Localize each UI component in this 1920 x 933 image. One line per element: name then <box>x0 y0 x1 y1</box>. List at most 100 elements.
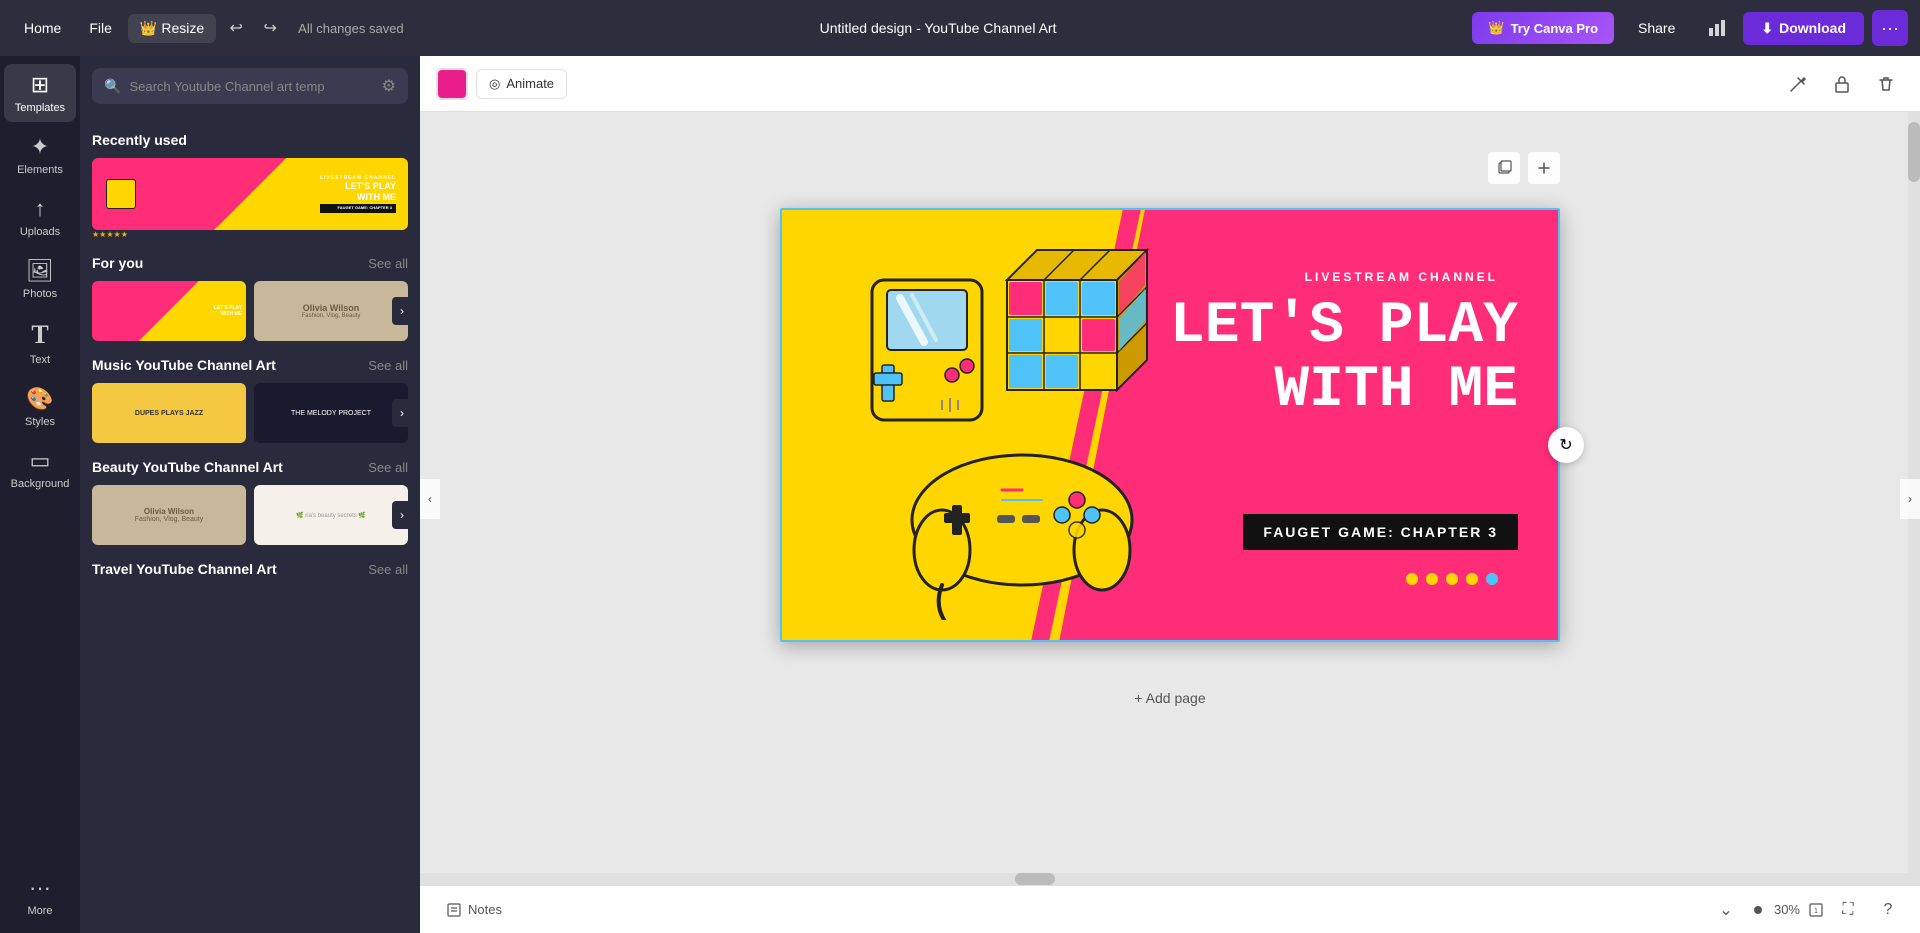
saved-status: All changes saved <box>298 21 404 36</box>
dot-1 <box>1406 573 1418 585</box>
canvas-livestream-label: LIVESTREAM CHANNEL <box>1305 270 1498 284</box>
more-options-button[interactable]: ··· <box>1872 10 1908 46</box>
lock-icon <box>1833 75 1851 93</box>
fullscreen-button[interactable]: ⛶ <box>1832 894 1864 926</box>
top-bar: Home File 👑 Resize ↩ ↪ All changes saved… <box>0 0 1920 56</box>
file-button[interactable]: File <box>77 14 124 42</box>
lock-button[interactable] <box>1824 66 1860 102</box>
share-button[interactable]: Share <box>1622 12 1691 44</box>
sidebar-item-templates[interactable]: ⊞ Templates <box>4 64 76 122</box>
music-section: DUPES PLAYS JAZZ THE MELODY PROJECT › <box>92 383 408 443</box>
for-you-see-all[interactable]: See all <box>368 256 408 271</box>
recently-used-section: LIVESTREAM CHANNEL LET'S PLAY WITH ME FA… <box>92 158 408 239</box>
scrollbar-thumb[interactable] <box>1908 122 1920 182</box>
page-indicator: 1 <box>1808 902 1824 918</box>
add-page-top-button[interactable] <box>1528 152 1560 184</box>
for-you-section: LET'S PLAYWITH ME Olivia Wilson Fashion,… <box>92 281 408 341</box>
filter-button[interactable]: ⚙ <box>382 76 396 96</box>
notes-button[interactable]: Notes <box>436 896 512 924</box>
left-sidebar: ⊞ Templates ✦ Elements ↑ Uploads 🖼 Photo… <box>0 56 80 933</box>
dot-5 <box>1486 573 1498 585</box>
sidebar-item-text[interactable]: T Text <box>4 312 76 374</box>
sidebar-item-uploads[interactable]: ↑ Uploads <box>4 188 76 246</box>
uploads-icon: ↑ <box>35 196 46 222</box>
template-beauty1[interactable]: Olivia Wilson Fashion, Vlog, Beauty <box>92 485 246 545</box>
analytics-icon <box>1707 18 1727 38</box>
sidebar-label-text: Text <box>30 354 50 366</box>
design-title: Untitled design - YouTube Channel Art <box>820 20 1057 36</box>
travel-see-all[interactable]: See all <box>368 562 408 577</box>
zoom-level: 30% <box>1774 902 1800 917</box>
beauty-section: Olivia Wilson Fashion, Vlog, Beauty 🌿 ri… <box>92 485 408 545</box>
canvas-wrapper: LIVESTREAM CHANNEL LET'S PLAY WITH ME FA… <box>780 152 1560 714</box>
home-button[interactable]: Home <box>12 14 73 42</box>
help-button[interactable]: ? <box>1872 894 1904 926</box>
top-bar-center: Untitled design - YouTube Channel Art <box>412 20 1465 36</box>
sidebar-item-more[interactable]: ··· More <box>4 867 76 925</box>
panel-search: 🔍 ⚙ <box>80 56 420 116</box>
sidebar-label-background: Background <box>11 478 70 490</box>
try-canva-pro-button[interactable]: 👑 Try Canva Pro <box>1472 12 1614 44</box>
dot-indicator <box>1754 906 1762 914</box>
scroll-left-button[interactable]: ‹ <box>420 479 440 519</box>
template-gaming-pink-wide[interactable]: LIVESTREAM CHANNEL LET'S PLAY WITH ME FA… <box>92 158 408 230</box>
resize-button[interactable]: 👑 Resize <box>128 14 216 43</box>
canvas-top-controls <box>780 152 1560 184</box>
crown-icon: 👑 <box>140 20 157 37</box>
toolbar-right <box>1780 66 1904 102</box>
h-scrollbar-thumb[interactable] <box>1015 873 1055 885</box>
for-you-next-arrow[interactable]: › <box>392 297 412 325</box>
crown-icon-pro: 👑 <box>1488 20 1504 36</box>
more-icon: ··· <box>29 875 51 901</box>
sidebar-item-elements[interactable]: ✦ Elements <box>4 126 76 184</box>
canvas-area: ◎ Animate <box>420 56 1920 933</box>
top-bar-left: Home File 👑 Resize ↩ ↪ All changes saved <box>12 12 404 44</box>
templates-icon: ⊞ <box>31 72 49 98</box>
search-bar: 🔍 ⚙ <box>92 68 408 104</box>
music-see-all[interactable]: See all <box>368 358 408 373</box>
elements-icon: ✦ <box>31 134 49 160</box>
copy-page-button[interactable] <box>1488 152 1520 184</box>
design-canvas[interactable]: LIVESTREAM CHANNEL LET'S PLAY WITH ME FA… <box>780 208 1560 642</box>
sidebar-item-background[interactable]: ▭ Background <box>4 440 76 498</box>
template-gaming-pink-small[interactable]: LET'S PLAYWITH ME <box>92 281 246 341</box>
color-swatch[interactable] <box>436 68 468 100</box>
recently-used-title: Recently used <box>92 132 187 148</box>
recently-used-header: Recently used <box>92 132 408 148</box>
canvas-toolbar: ◎ Animate <box>420 56 1920 112</box>
beauty-see-all[interactable]: See all <box>368 460 408 475</box>
download-button[interactable]: ⬇ Download <box>1743 12 1864 45</box>
music-next-arrow[interactable]: › <box>392 399 412 427</box>
music-title: Music YouTube Channel Art <box>92 357 276 373</box>
magic-wand-button[interactable] <box>1780 66 1816 102</box>
sidebar-item-styles[interactable]: 🎨 Styles <box>4 378 76 436</box>
animate-button[interactable]: ◎ Animate <box>476 69 567 99</box>
template-olivia-wilson[interactable]: Olivia Wilson Fashion, Vlog, Beauty <box>254 281 408 341</box>
add-page-button[interactable]: + Add page <box>1118 682 1221 714</box>
sidebar-label-more: More <box>27 905 52 917</box>
template-jazz[interactable]: DUPES PLAYS JAZZ <box>92 383 246 443</box>
hide-pages-button[interactable]: ⌄ <box>1710 894 1742 926</box>
styles-icon: 🎨 <box>26 386 53 412</box>
dot-4 <box>1466 573 1478 585</box>
scroll-right-button[interactable]: › <box>1900 479 1920 519</box>
beauty-header: Beauty YouTube Channel Art See all <box>92 459 408 475</box>
rotate-button[interactable]: ↻ <box>1548 427 1584 463</box>
canvas-scroll[interactable]: ‹ <box>420 112 1920 885</box>
template-beauty2[interactable]: 🌿 ria's beauty secrets 🌿 <box>254 485 408 545</box>
for-you-title: For you <box>92 255 143 271</box>
canvas-dots <box>1406 573 1498 585</box>
search-input[interactable] <box>129 79 373 94</box>
analytics-button[interactable] <box>1699 10 1735 46</box>
sidebar-item-photos[interactable]: 🖼 Photos <box>4 250 76 308</box>
horizontal-scrollbar[interactable] <box>420 873 1908 885</box>
game-items-svg <box>812 230 1232 620</box>
svg-text:1: 1 <box>1814 908 1818 915</box>
undo-button[interactable]: ↩ <box>220 12 252 44</box>
beauty-next-arrow[interactable]: › <box>392 501 412 529</box>
download-icon: ⬇ <box>1761 20 1773 37</box>
trash-button[interactable] <box>1868 66 1904 102</box>
template-melody[interactable]: THE MELODY PROJECT <box>254 383 408 443</box>
travel-title: Travel YouTube Channel Art <box>92 561 277 577</box>
redo-button[interactable]: ↪ <box>254 12 286 44</box>
